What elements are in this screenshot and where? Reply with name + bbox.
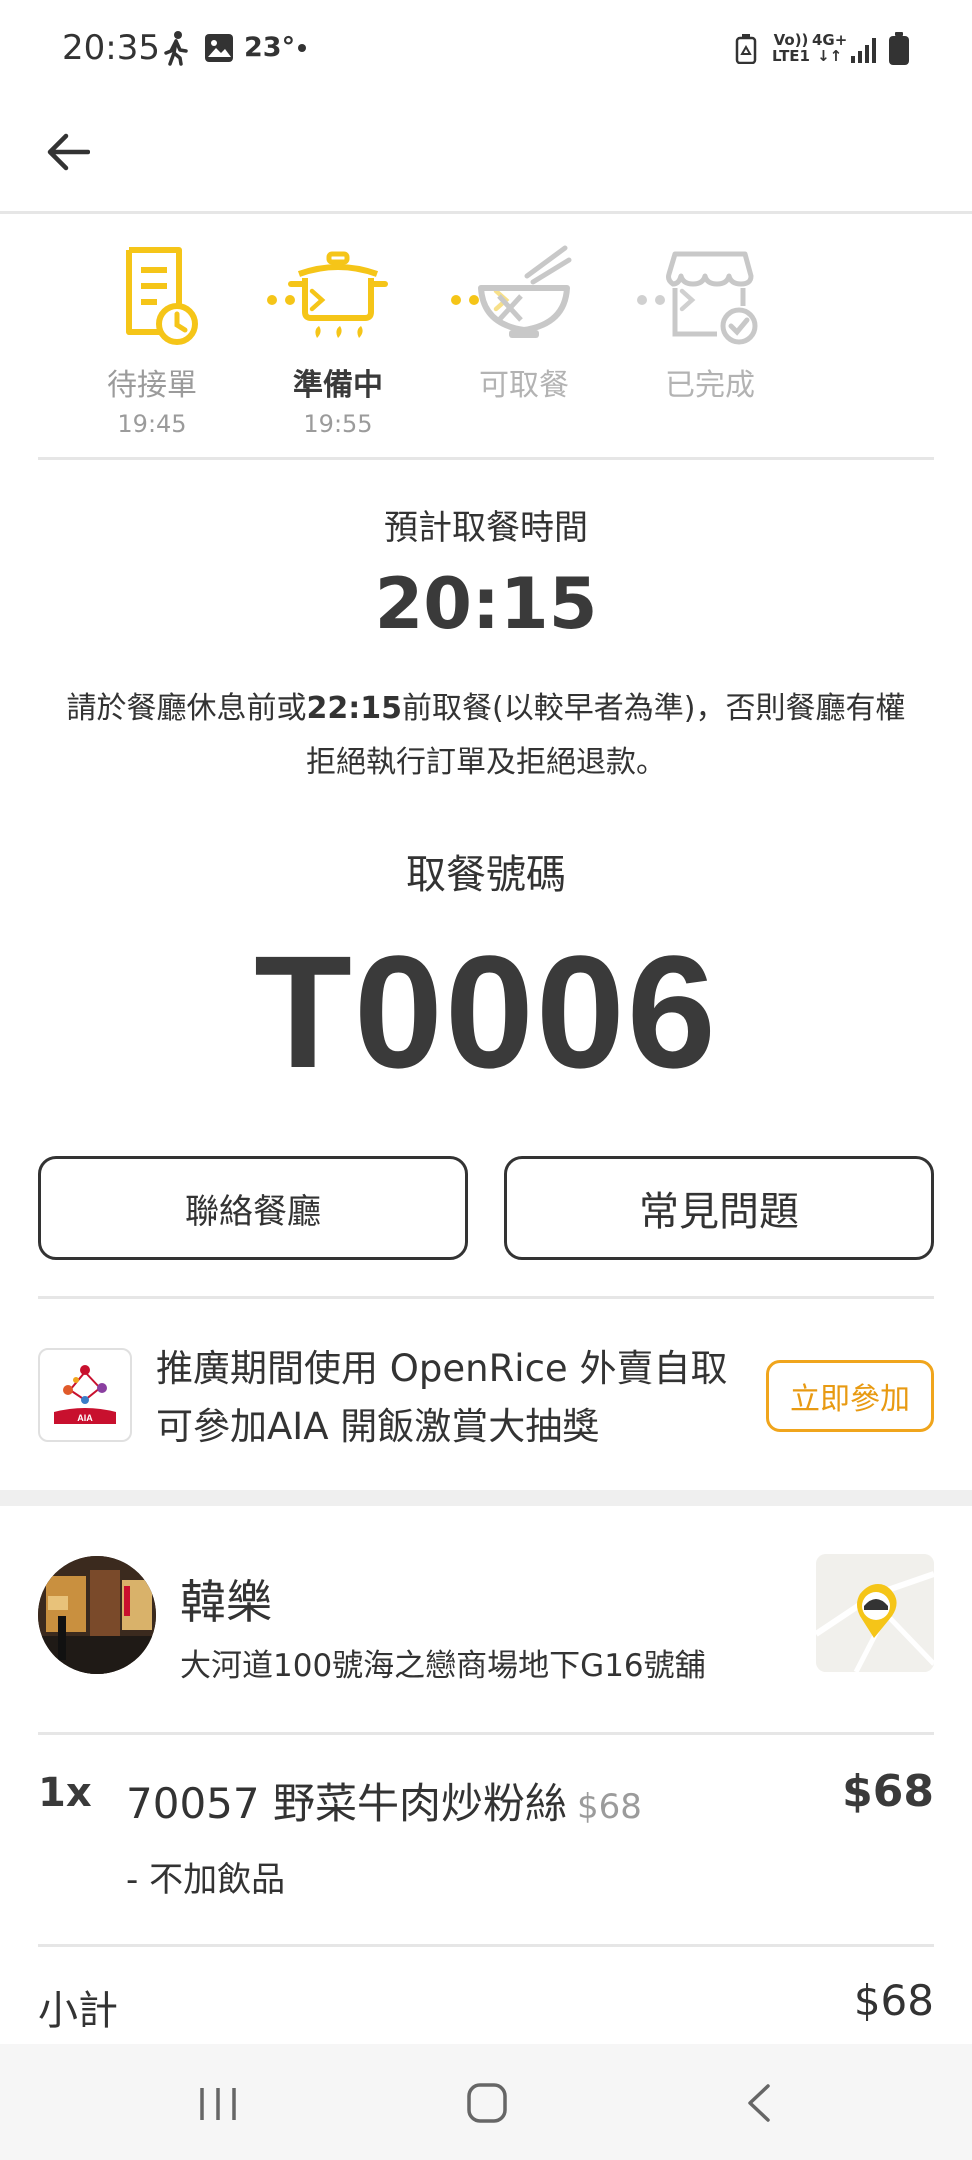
app-header (0, 100, 972, 214)
faq-button[interactable]: 常見問題 (504, 1156, 934, 1260)
gallery-icon (204, 33, 234, 67)
network-text: 4G+ (812, 31, 848, 49)
divider (38, 1296, 934, 1299)
temperature: 23° (244, 32, 296, 63)
order-progress: 待接單 19:45 準備中 19:55 可取餐 已完成 (38, 240, 934, 460)
svg-text:AIA: AIA (77, 1413, 93, 1423)
status-bar: 20:35 23° Vo)) LTE1 4G+ ↓↑ (0, 0, 972, 100)
system-back-button[interactable] (744, 2082, 774, 2128)
item-quantity: 1x (38, 1770, 92, 1816)
restaurant-address: 大河道100號海之戀商場地下G16號舖 (180, 1648, 706, 1684)
chevron-left-icon (748, 2084, 770, 2122)
join-promo-button[interactable]: 立即參加 (766, 1360, 934, 1432)
step-label: 可取餐 (479, 368, 569, 403)
home-button[interactable] (466, 2082, 508, 2128)
pickup-notice: 請於餐廳休息前或22:15前取餐(以較早者為準)，否則餐廳有權拒絕執行訂單及拒絕… (60, 682, 912, 790)
step-label: 準備中 (293, 368, 383, 403)
walking-icon (162, 30, 190, 70)
signal-icon (850, 36, 878, 68)
subtotal-label: 小計 (38, 1988, 118, 2034)
item-unit-price: $68 (576, 1787, 642, 1827)
notice-text-start: 請於餐廳休息前或 (66, 691, 307, 726)
status-time: 20:35 (62, 28, 160, 68)
volte-text: Vo)) (773, 31, 809, 49)
step-label: 待接單 (107, 368, 197, 403)
notice-deadline-time: 22:15 (306, 691, 403, 726)
arrow-left-icon (46, 132, 91, 176)
section-separator (0, 1490, 972, 1506)
notification-dot (298, 44, 306, 52)
volte-indicator: Vo)) LTE1 (772, 32, 810, 64)
step-label: 已完成 (665, 368, 755, 403)
home-icon (467, 2083, 507, 2123)
order-receipt-clock-icon (97, 240, 207, 350)
item-name: 70057 野菜牛肉炒粉絲 (126, 1779, 567, 1828)
battery-icon (888, 32, 910, 70)
step-time: 19:45 (117, 410, 187, 438)
promo-text: 推廣期間使用 OpenRice 外賣自取可參加AIA 開飯激賞大抽獎 (156, 1347, 728, 1448)
restaurant-photo (38, 1556, 156, 1674)
noodle-bowl-icon (469, 240, 579, 350)
step-completed: 已完成 (620, 240, 800, 410)
back-button[interactable] (36, 122, 100, 186)
divider (38, 1944, 934, 1947)
step-pending-accept: 待接單 19:45 (62, 240, 242, 438)
recycle-battery-icon (734, 34, 758, 68)
pickup-code-value: T0006 (254, 922, 718, 1101)
pickup-time-value: 20:15 (374, 563, 598, 645)
item-name-row: 70057 野菜牛肉炒粉絲 $68 (126, 1770, 642, 1831)
subtotal-value: $68 (853, 1976, 934, 2025)
cooking-pot-icon (283, 240, 393, 350)
network-indicator: 4G+ ↓↑ (812, 32, 847, 64)
divider (38, 1732, 934, 1735)
pickup-time-title: 預計取餐時間 (384, 508, 588, 548)
store-check-icon (655, 240, 765, 350)
step-time: 19:55 (303, 410, 373, 438)
pickup-time-section: 預計取餐時間 20:15 (0, 500, 972, 645)
system-nav-bar (0, 2044, 972, 2160)
step-ready-pickup: 可取餐 (434, 240, 614, 410)
step-preparing: 準備中 19:55 (248, 240, 428, 438)
pickup-code-title: 取餐號碼 (406, 852, 566, 898)
item-total-price: $68 (842, 1766, 934, 1817)
data-arrows-icon: ↓↑ (817, 47, 843, 65)
recent-apps-button[interactable] (196, 2084, 240, 2128)
lte-text: LTE1 (772, 47, 810, 65)
restaurant-name[interactable]: 韓樂 (180, 1566, 272, 1632)
aia-logo: AIA (38, 1348, 132, 1442)
item-option: - 不加飲品 (126, 1860, 286, 1900)
recent-apps-icon (200, 2088, 236, 2120)
contact-restaurant-button[interactable]: 聯絡餐廳 (38, 1156, 468, 1260)
map-thumbnail[interactable] (816, 1554, 934, 1672)
